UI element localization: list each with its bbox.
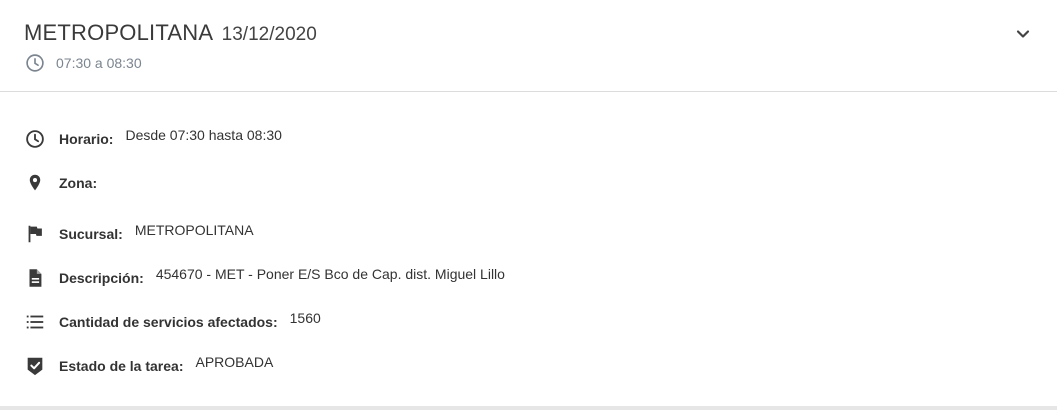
cantidad-value: 1560 [289,310,321,326]
detail-cantidad: Cantidad de servicios afectados: 1560 [24,310,321,334]
chevron-down-icon[interactable] [1013,24,1033,44]
horario-label: Horario: [59,131,114,147]
clock-icon [24,128,46,150]
map-pin-icon [24,172,46,194]
descripcion-value: 454670 - MET - Poner E/S Bco de Cap. dis… [155,266,505,282]
horario-value: Desde 07:30 hasta 08:30 [125,127,282,143]
header-time-range: 07:30 a 08:30 [24,52,142,74]
descripcion-label: Descripción: [59,270,144,286]
estado-value: APROBADA [195,354,274,370]
header-title-name: METROPOLITANA [24,20,214,45]
cantidad-label: Cantidad de servicios afectados: [59,314,278,330]
panel-header[interactable]: METROPOLITANA 13/12/2020 07:30 a 08:30 [0,0,1057,92]
sucursal-label: Sucursal: [59,226,123,242]
check-shield-icon [24,355,46,377]
sucursal-value: METROPOLITANA [134,222,254,238]
zona-label: Zona: [59,175,98,191]
header-title-date: 13/12/2020 [221,24,317,45]
estado-label: Estado de la tarea: [59,358,184,374]
task-panel: METROPOLITANA 13/12/2020 07:30 a 08:30 H… [0,0,1057,410]
detail-horario: Horario: Desde 07:30 hasta 08:30 [24,127,282,151]
clock-icon [24,52,46,74]
detail-descripcion: Descripción: 454670 - MET - Poner E/S Bc… [24,266,505,290]
header-time-text: 07:30 a 08:30 [56,55,142,71]
header-title: METROPOLITANA 13/12/2020 [24,20,317,49]
detail-sucursal: Sucursal: METROPOLITANA [24,222,254,246]
detail-zona: Zona: [24,171,109,195]
panel-bottom-border [0,406,1057,410]
document-icon [24,267,46,289]
detail-estado: Estado de la tarea: APROBADA [24,354,273,378]
list-icon [24,311,46,333]
flag-icon [24,223,46,245]
